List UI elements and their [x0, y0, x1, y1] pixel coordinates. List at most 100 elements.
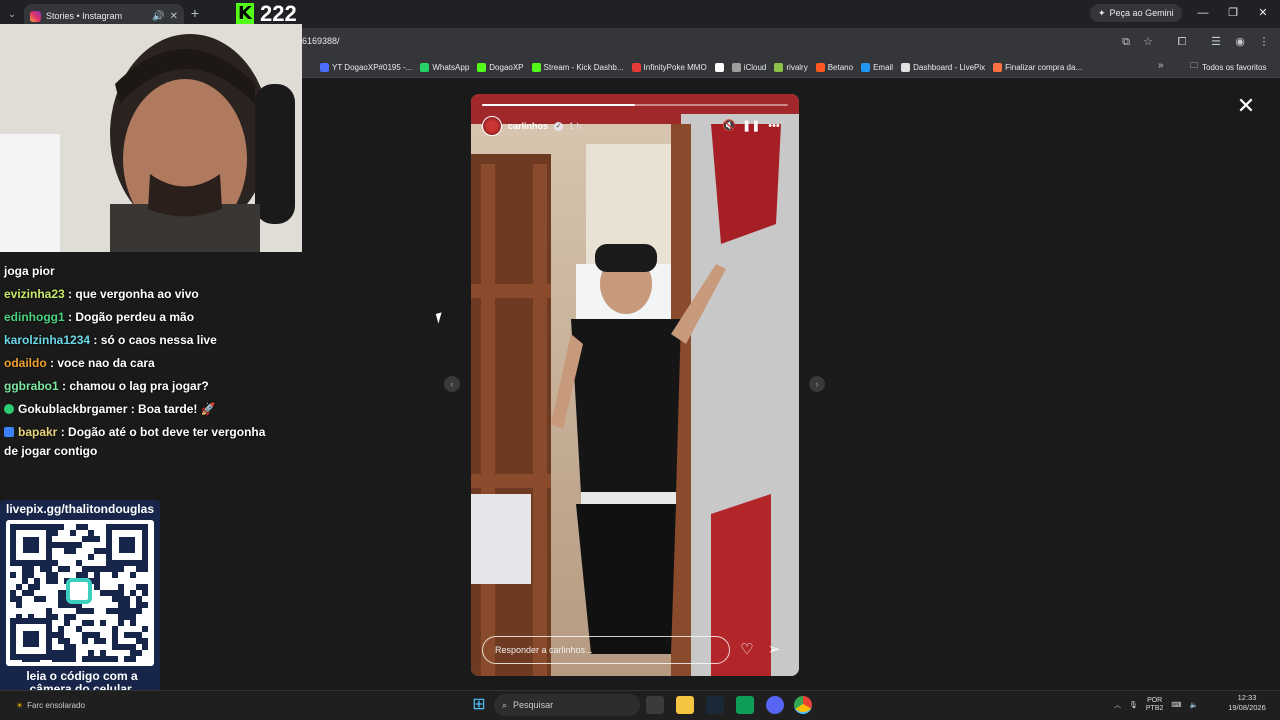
story-reply-input[interactable]: Responder a carlinhos... [482, 636, 730, 664]
bookmark-item[interactable] [714, 62, 724, 72]
search-placeholder: Pesquisar [513, 700, 554, 710]
bookmark-label: YT DogaoXP#0195 -... [332, 62, 413, 72]
all-favorites-label: Todos os favoritos [1202, 62, 1267, 72]
pause-icon[interactable]: ❚❚ [742, 118, 760, 134]
steam-icon[interactable] [706, 696, 724, 714]
tab-list-chevron-icon[interactable]: ⌄ [4, 6, 20, 22]
mute-tab-icon[interactable]: 🔊 [152, 11, 164, 22]
bookmark-label: Email [873, 62, 894, 72]
volume-icon[interactable]: 🔈 [1190, 701, 1199, 709]
close-window-button[interactable]: ✕ [1248, 4, 1278, 22]
chat-username: Gokublackbrgamer [18, 402, 128, 416]
bookmark-item[interactable]: Stream - Kick Dashb... [531, 62, 624, 72]
language-line1: POR [1147, 697, 1163, 704]
extensions-icon[interactable]: ⧠ [1174, 34, 1190, 50]
install-app-icon[interactable]: ⧉ [1118, 34, 1134, 50]
story-header: carlinhos ✓ 1 h [482, 116, 582, 136]
bookmark-item[interactable]: Finalizar compra da... [993, 62, 1083, 72]
system-tray: ︿ 🎙 POR PTB2 ⌨ 🔈 [1114, 694, 1198, 716]
chrome-icon[interactable] [794, 696, 812, 714]
maximize-button[interactable]: ❐ [1218, 4, 1248, 22]
chat-message: karolzinha1234 : só o caos nessa live [4, 331, 217, 349]
bookmark-favicon-icon [477, 62, 487, 72]
chat-username: edinhogg1 [4, 310, 65, 324]
all-favorites-folder[interactable]: 🗀 Todos os favoritos [1190, 58, 1266, 76]
taskbar-search-box[interactable]: ⌕ Pesquisar [494, 694, 640, 716]
minimize-button[interactable]: — [1188, 4, 1218, 22]
bookmark-label: Dashboard - LivePix [913, 62, 986, 72]
bookmark-item[interactable]: InfinityPoke MMO [631, 62, 707, 72]
chat-message: evizinha23 : que vergonha ao vivo [4, 285, 199, 303]
close-story-viewer-icon[interactable]: ✕ [1234, 94, 1258, 118]
bookmark-item[interactable]: YT DogaoXP#0195 -... [320, 62, 413, 72]
bookmark-label: DogaoXP [489, 62, 524, 72]
bookmark-favicon-icon [631, 62, 641, 72]
chat-username: bapakr [18, 425, 58, 439]
bookmark-label: WhatsApp [432, 62, 470, 72]
story-author-avatar[interactable] [482, 116, 502, 136]
next-story-arrow-icon[interactable]: › [809, 376, 825, 392]
bookmark-item[interactable]: iCloud [731, 62, 767, 72]
chat-message: edinhogg1 : Dogão perdeu a mão [4, 308, 194, 326]
bookmark-label: iCloud [743, 62, 767, 72]
bookmark-item[interactable]: Betano [815, 62, 853, 72]
stream-chat: joga pior evizinha23 : que vergonha ao vi… [0, 252, 300, 502]
more-bookmarks-chevron-icon[interactable]: » [1158, 60, 1164, 71]
menu-dots-icon[interactable]: ⋮ [1256, 34, 1272, 50]
bookmark-item[interactable]: WhatsApp [420, 62, 470, 72]
microphone-icon[interactable]: 🎙 [1129, 701, 1138, 709]
url-field[interactable]: 6169388/ [302, 36, 340, 46]
chat-message: odaildo : voce nao da cara [4, 354, 155, 372]
bookmark-item[interactable]: DogaoXP [477, 62, 524, 72]
bookmark-star-icon[interactable]: ☆ [1140, 34, 1156, 50]
start-windows-icon[interactable]: ⊞ [470, 696, 488, 714]
instagram-icon [30, 10, 41, 22]
network-icon[interactable]: ⌨ [1171, 701, 1181, 709]
bookmark-item[interactable]: rivalry [774, 62, 808, 72]
windows-taskbar [0, 690, 1280, 720]
bookmark-label: Finalizar compra da... [1005, 62, 1083, 72]
bookmark-favicon-icon [731, 62, 741, 72]
chat-username: odaildo [4, 356, 47, 370]
bookmark-label: Stream - Kick Dashb... [543, 62, 624, 72]
qr-code [6, 520, 154, 666]
story-video-frame [471, 94, 799, 676]
tab-search-icon[interactable]: ☰ [1208, 34, 1224, 50]
story-media[interactable] [471, 94, 799, 676]
app-icon[interactable] [736, 696, 754, 714]
discord-icon[interactable] [766, 696, 784, 714]
chat-text: joga pior [4, 264, 55, 278]
chat-text: : só o caos nessa live [93, 333, 217, 347]
language-line2: PTB2 [1145, 705, 1164, 712]
bookmark-item[interactable]: Dashboard - LivePix [901, 62, 986, 72]
chat-message: de jogar contigo [4, 442, 97, 460]
bookmark-item[interactable]: Email [861, 62, 894, 72]
like-heart-icon[interactable]: ♡ [737, 640, 757, 660]
mute-icon[interactable]: 🔇 [720, 118, 738, 134]
chat-text: : Boa tarde! 🚀 [130, 402, 216, 416]
chat-username: karolzinha1234 [4, 333, 91, 347]
verified-badge-icon: ✓ [554, 121, 564, 131]
story-username[interactable]: carlinhos [508, 121, 548, 131]
file-explorer-icon[interactable] [676, 696, 694, 714]
more-options-icon[interactable]: ••• [765, 118, 783, 134]
folder-icon: 🗀 [1190, 61, 1198, 70]
previous-story-arrow-icon[interactable]: ‹ [444, 376, 460, 392]
send-direct-icon[interactable]: ➢ [764, 640, 784, 660]
weather-widget[interactable]: ☀ Farc ensolarado [16, 701, 85, 710]
profile-avatar-icon[interactable]: ◉ [1232, 34, 1248, 50]
chat-text: : Dogão perdeu a mão [68, 310, 195, 324]
qr-code-image [10, 524, 148, 662]
bookmark-favicon-icon [420, 62, 430, 72]
streamer-webcam [0, 24, 302, 252]
keyboard-language[interactable]: POR PTB2 [1146, 697, 1164, 713]
bookmark-favicon-icon [861, 62, 871, 72]
chat-message: bapakr : Dogão até o bot deve ter vergon… [4, 423, 265, 441]
ask-gemini-button[interactable]: ✦ Peça ao Gemini [1090, 4, 1182, 22]
clock-date: 19/08/2026 [1228, 703, 1266, 712]
close-tab-icon[interactable]: ✕ [170, 11, 178, 22]
taskbar-clock[interactable]: 12:33 19/08/2026 [1222, 693, 1272, 713]
task-view-icon[interactable] [646, 696, 664, 714]
tray-overflow-chevron-icon[interactable]: ︿ [1114, 700, 1121, 710]
new-tab-button[interactable]: + [188, 4, 202, 22]
